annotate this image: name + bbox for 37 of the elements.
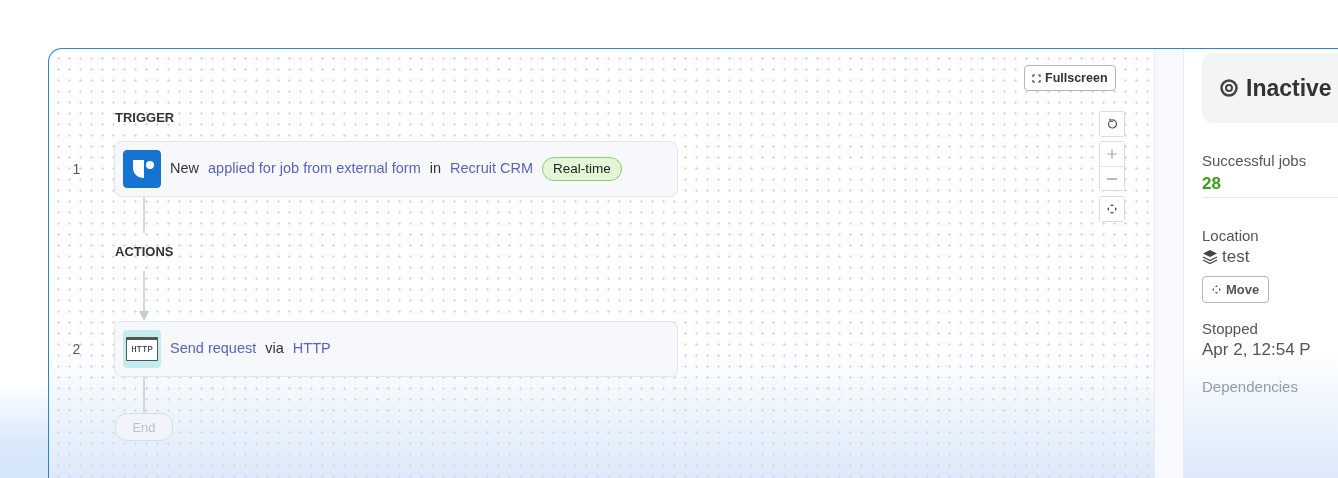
rotate-icon [1106,118,1118,130]
arrows-icon [1212,284,1221,294]
step-text: in [429,159,442,179]
step-link[interactable]: Send request [170,338,257,360]
step-node[interactable]: New applied for job from external form in Recruit CRM Real-time [114,141,678,197]
reset-button[interactable] [1100,112,1124,136]
arrows-icon [1106,203,1118,215]
realtime-badge: Real-time [542,156,622,182]
move-button[interactable]: Move [1202,275,1270,303]
fit-view-button[interactable] [1100,197,1124,221]
step-link[interactable]: HTTP [292,338,331,360]
layers-icon [1202,248,1218,265]
field-label: Successful jobs [1202,151,1308,171]
field-label: Dependencies [1202,377,1299,397]
fullscreen-button[interactable]: Fullscreen [1024,65,1116,91]
fullscreen-icon [1032,73,1041,83]
step-text: New [170,159,199,179]
plus-icon [1106,148,1118,160]
field-label: Location [1202,225,1260,246]
icon-label: HTTP [131,345,153,355]
field-label: Stopped [1202,319,1259,339]
step-number: 1 [71,159,82,179]
section-label: ACTIONS [115,243,174,261]
zoom-out-button[interactable] [1100,166,1124,190]
status-label: Inactive [1246,73,1332,103]
step-link[interactable]: Recruit CRM [450,158,534,180]
step-node[interactable]: HTTP Send request via HTTP [114,321,678,377]
end-node: End [115,413,173,441]
field-value: Apr 2, 12:54 P [1202,339,1312,361]
step-link[interactable]: applied for job from external form [208,158,421,180]
stat-value: 28 [1202,173,1222,195]
location-value: test [1222,245,1250,268]
app-logo-icon [123,150,161,188]
status-icon [1220,79,1238,97]
step-number: 2 [71,339,82,359]
section-label: TRIGGER [115,109,175,127]
step-text: via [265,339,284,359]
